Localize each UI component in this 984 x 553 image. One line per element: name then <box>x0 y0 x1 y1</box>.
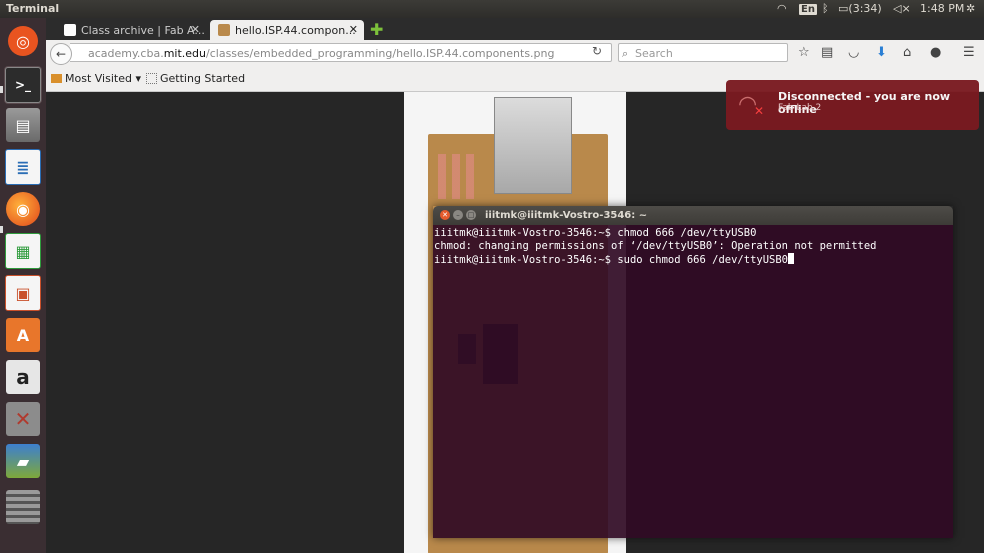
settings-wrench-icon: ✕ <box>6 402 40 436</box>
terminal-prompt-line: iiitmk@iiitmk-Vostro-3546:~$ sudo chmod … <box>434 253 952 267</box>
tab-close-icon[interactable]: ✕ <box>191 23 200 36</box>
tab-label: Class archive | Fab A... <box>81 23 205 37</box>
menu-hamburger-icon[interactable]: ☰ <box>963 45 975 60</box>
bookmark-star-icon[interactable]: ☆ <box>798 45 810 60</box>
tab-strip: Class archive | Fab A... ✕ hello.ISP.44.… <box>46 18 984 40</box>
battery-indicator[interactable]: ▭(3:34) <box>838 2 882 15</box>
search-bar[interactable]: ⌕ Search <box>618 43 788 62</box>
back-arrow-icon: ← <box>55 47 67 61</box>
terminal-icon: >_ <box>5 67 41 103</box>
bookmark-label: Most Visited ▾ <box>65 72 141 85</box>
terminal-line: iiitmk@iiitmk-Vostro-3546:~$ sudo chmod … <box>434 254 789 266</box>
search-icon: ⌕ <box>622 47 629 60</box>
backup-icon: ▰ <box>6 444 40 478</box>
network-notification: ◠ ✕ Disconnected - you are now offline F… <box>726 80 979 130</box>
launcher-calc[interactable]: ▦ <box>4 232 42 270</box>
calc-icon: ▦ <box>5 233 41 269</box>
bookmark-getting-started[interactable]: Getting Started <box>146 72 245 85</box>
wifi-icon[interactable]: ◠ <box>777 2 787 15</box>
tab-hello-isp-image[interactable]: hello.ISP.44.compon... ✕ <box>210 20 364 40</box>
impress-icon: ▣ <box>5 275 41 311</box>
launcher-ubuntu-dash[interactable]: ◎ <box>4 22 42 60</box>
workspaces-icon <box>6 490 40 524</box>
terminal-line: chmod: changing permissions of ‘/dev/tty… <box>434 240 877 252</box>
url-bar[interactable]: academy.cba.mit.edu/classes/embedded_pro… <box>70 43 612 62</box>
running-indicator <box>0 86 3 93</box>
launcher-workspaces[interactable] <box>4 488 42 526</box>
fab-academy-favicon <box>64 24 76 36</box>
maximize-window-button[interactable]: □ <box>466 210 476 220</box>
url-domain: mit.edu <box>163 47 207 60</box>
pocket-icon[interactable]: ◡ <box>848 45 859 60</box>
writer-icon: ≣ <box>5 149 41 185</box>
launcher: ◎ >_ ▤ ≣ ◉ ▦ ▣ A a ✕ ▰ <box>0 18 47 553</box>
notification-body: Fab Lab 2 <box>778 103 822 113</box>
volume-icon[interactable]: ◁× <box>893 2 911 15</box>
top-panel: Terminal ◠ En ᛒ ▭(3:34) ◁× 1:48 PM ✲ <box>0 0 984 18</box>
launcher-backups[interactable]: ▰ <box>4 442 42 480</box>
terminal-title: iiitmk@iiitmk-Vostro-3546: ~ <box>485 210 648 221</box>
ubuntu-logo-icon: ◎ <box>8 26 38 56</box>
tab-close-icon[interactable]: ✕ <box>349 23 358 36</box>
launcher-system-settings[interactable]: ✕ <box>4 400 42 438</box>
launcher-files[interactable]: ▤ <box>4 106 42 144</box>
bookmark-label: Getting Started <box>160 72 246 85</box>
text-cursor <box>788 253 795 264</box>
downloads-icon[interactable]: ⬇ <box>876 45 887 60</box>
usb-connector-graphic <box>494 97 572 194</box>
terminal-window[interactable]: ✕ – □ iiitmk@iiitmk-Vostro-3546: ~ iiitm… <box>433 206 953 538</box>
launcher-impress[interactable]: ▣ <box>4 274 42 312</box>
terminal-line: iiitmk@iiitmk-Vostro-3546:~$ chmod 666 /… <box>434 227 757 239</box>
launcher-terminal[interactable]: >_ <box>4 66 42 104</box>
home-icon[interactable]: ⌂ <box>903 45 911 60</box>
launcher-writer[interactable]: ≣ <box>4 148 42 186</box>
page-icon <box>146 73 157 84</box>
navigation-toolbar: academy.cba.mit.edu/classes/embedded_pro… <box>46 40 984 68</box>
battery-icon: ▭ <box>838 2 849 15</box>
terminal-titlebar[interactable]: ✕ – □ iiitmk@iiitmk-Vostro-3546: ~ <box>433 206 953 225</box>
folder-icon <box>51 74 62 83</box>
software-center-icon: A <box>6 318 40 352</box>
minimize-window-button[interactable]: – <box>453 210 463 220</box>
close-window-button[interactable]: ✕ <box>440 210 450 220</box>
files-icon: ▤ <box>6 108 40 142</box>
terminal-output[interactable]: iiitmk@iiitmk-Vostro-3546:~$ chmod 666 /… <box>433 225 953 538</box>
url-prefix: academy.cba. <box>88 47 164 60</box>
url-path: /classes/embedded_programming/hello.ISP.… <box>206 47 555 60</box>
search-placeholder: Search <box>635 47 673 60</box>
clock[interactable]: 1:48 PM <box>920 2 964 15</box>
error-x-icon: ✕ <box>754 104 765 118</box>
bluetooth-icon[interactable]: ᛒ <box>822 2 829 15</box>
chat-icon[interactable]: ● <box>930 45 941 60</box>
session-gear-icon[interactable]: ✲ <box>966 2 975 15</box>
firefox-icon: ◉ <box>6 192 40 226</box>
active-app-name: Terminal <box>6 2 60 15</box>
launcher-firefox[interactable]: ◉ <box>4 190 42 228</box>
reading-list-icon[interactable]: ▤ <box>821 45 833 60</box>
new-tab-plus-icon[interactable]: ✚ <box>370 20 383 39</box>
bookmark-most-visited[interactable]: Most Visited ▾ <box>51 72 141 85</box>
back-button[interactable]: ← <box>50 43 72 65</box>
amazon-icon: a <box>6 360 40 394</box>
launcher-software-center[interactable]: A <box>4 316 42 354</box>
tab-label: hello.ISP.44.compon... <box>235 23 356 37</box>
keyboard-layout-indicator[interactable]: En <box>799 2 817 15</box>
battery-time: (3:34) <box>848 2 882 15</box>
launcher-amazon[interactable]: a <box>4 358 42 396</box>
keyboard-layout-label: En <box>799 4 817 15</box>
tab-class-archive[interactable]: Class archive | Fab A... ✕ <box>56 20 206 40</box>
reload-icon[interactable]: ↻ <box>592 44 602 58</box>
pads-graphic <box>438 154 478 199</box>
image-favicon <box>218 24 230 36</box>
running-indicator <box>0 226 3 233</box>
